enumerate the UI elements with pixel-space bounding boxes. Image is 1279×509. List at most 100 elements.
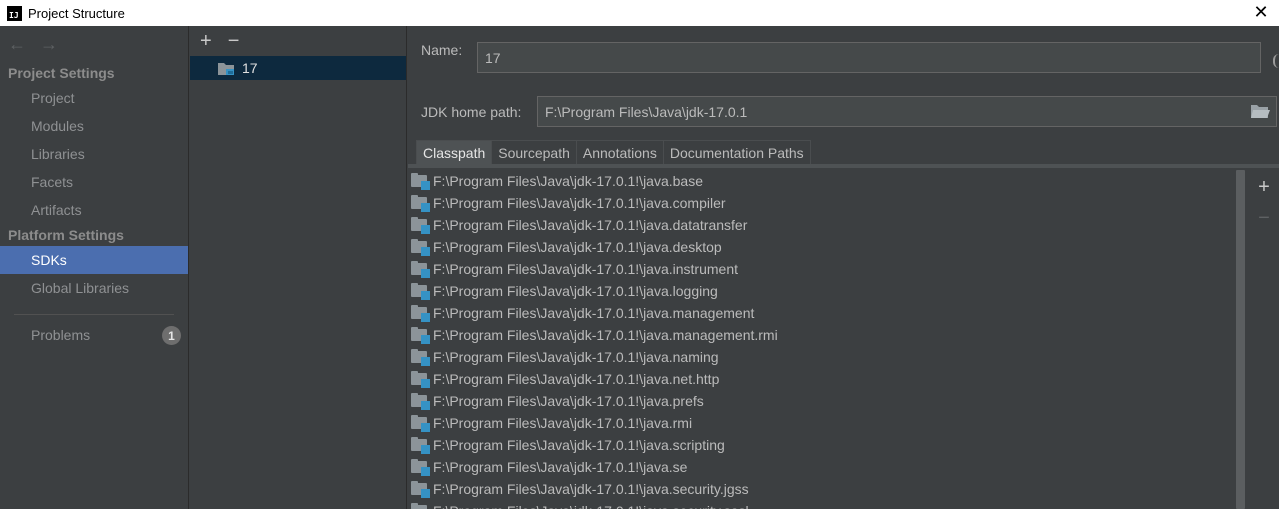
close-icon: ✕ <box>1253 1 1269 22</box>
classpath-entry: F:\Program Files\Java\jdk-17.0.1!\java.b… <box>433 173 704 189</box>
problems-count-badge: 1 <box>162 326 181 345</box>
sdk-detail-panel: Name: 17 JDK home path: F:\Program Files… <box>408 26 1279 509</box>
browse-folder-icon[interactable] <box>1250 103 1270 119</box>
classpath-row[interactable]: F:\Program Files\Java\jdk-17.0.1!\java.b… <box>408 170 1246 192</box>
classpath-row[interactable]: F:\Program Files\Java\jdk-17.0.1!\java.d… <box>408 236 1246 258</box>
classpath-row[interactable]: F:\Program Files\Java\jdk-17.0.1!\java.m… <box>408 302 1246 324</box>
classpath-entry: F:\Program Files\Java\jdk-17.0.1!\java.s… <box>433 459 688 475</box>
sdk-list-panel: + − 17 <box>190 26 407 509</box>
project-settings-heading: Project Settings <box>8 65 115 81</box>
jar-module-icon <box>410 414 430 432</box>
app-icon-text: IJ <box>9 10 19 20</box>
classpath-row[interactable]: F:\Program Files\Java\jdk-17.0.1!\java.l… <box>408 280 1246 302</box>
classpath-entry: F:\Program Files\Java\jdk-17.0.1!\java.c… <box>433 195 726 211</box>
tab-annotations[interactable]: Annotations <box>575 140 664 165</box>
classpath-row[interactable]: F:\Program Files\Java\jdk-17.0.1!\java.c… <box>408 192 1246 214</box>
classpath-entry: F:\Program Files\Java\jdk-17.0.1!\java.s… <box>433 503 749 509</box>
sdk-item-label: 17 <box>242 60 258 76</box>
classpath-entry: F:\Program Files\Java\jdk-17.0.1!\java.d… <box>433 217 748 233</box>
jar-module-icon <box>410 238 430 256</box>
classpath-row[interactable]: F:\Program Files\Java\jdk-17.0.1!\java.d… <box>408 214 1246 236</box>
classpath-entry: F:\Program Files\Java\jdk-17.0.1!\java.r… <box>433 415 693 431</box>
classpath-row[interactable]: F:\Program Files\Java\jdk-17.0.1!\java.s… <box>408 434 1246 456</box>
sidebar-item-project[interactable]: Project <box>0 84 188 112</box>
intellij-app-icon: IJ <box>7 5 22 21</box>
title-bar: IJ Project Structure ✕ <box>0 0 1279 26</box>
classpath-scrollbar[interactable] <box>1236 170 1245 509</box>
name-label: Name: <box>421 42 463 58</box>
classpath-row[interactable]: F:\Program Files\Java\jdk-17.0.1!\java.m… <box>408 324 1246 346</box>
remove-sdk-icon[interactable]: − <box>228 31 240 51</box>
name-field[interactable]: 17 <box>477 42 1261 73</box>
jdk-home-path-field[interactable]: F:\Program Files\Java\jdk-17.0.1 <box>537 96 1277 127</box>
classpath-row[interactable]: F:\Program Files\Java\jdk-17.0.1!\java.s… <box>408 478 1246 500</box>
jar-module-icon <box>410 392 430 410</box>
sdk-tabs: Classpath Sourcepath Annotations Documen… <box>416 140 811 165</box>
classpath-row[interactable]: F:\Program Files\Java\jdk-17.0.1!\java.s… <box>408 500 1246 509</box>
classpath-entry: F:\Program Files\Java\jdk-17.0.1!\java.i… <box>433 261 739 277</box>
jar-module-icon <box>410 370 430 388</box>
jar-module-icon <box>410 326 430 344</box>
jdk-home-label: JDK home path: <box>421 104 522 120</box>
classpath-entry: F:\Program Files\Java\jdk-17.0.1!\java.l… <box>433 283 718 299</box>
classpath-toolbar: + − <box>1254 176 1274 230</box>
add-sdk-icon[interactable]: + <box>200 31 212 51</box>
forward-arrow-icon[interactable]: → <box>40 34 58 55</box>
jar-module-icon <box>410 348 430 366</box>
classpath-row[interactable]: F:\Program Files\Java\jdk-17.0.1!\java.s… <box>408 456 1246 478</box>
jar-module-icon <box>410 282 430 300</box>
classpath-entry: F:\Program Files\Java\jdk-17.0.1!\java.n… <box>433 371 720 387</box>
sidebar-item-facets[interactable]: Facets <box>0 168 188 196</box>
back-arrow-icon[interactable]: ← <box>8 34 26 55</box>
remove-path-icon: − <box>1258 207 1270 229</box>
jar-module-icon <box>410 480 430 498</box>
classpath-entry: F:\Program Files\Java\jdk-17.0.1!\java.p… <box>433 393 704 409</box>
history-navigation: ← → <box>0 26 188 62</box>
classpath-row[interactable]: F:\Program Files\Java\jdk-17.0.1!\java.r… <box>408 412 1246 434</box>
add-path-icon[interactable]: + <box>1258 176 1270 199</box>
platform-settings-heading: Platform Settings <box>8 227 124 243</box>
jar-module-icon <box>410 260 430 278</box>
panel-edge-handle <box>1273 54 1279 68</box>
sidebar-item-libraries[interactable]: Libraries <box>0 140 188 168</box>
close-button[interactable]: ✕ <box>1251 2 1271 22</box>
tab-documentation-paths[interactable]: Documentation Paths <box>662 140 811 165</box>
classpath-entry: F:\Program Files\Java\jdk-17.0.1!\java.d… <box>433 239 722 255</box>
classpath-row[interactable]: F:\Program Files\Java\jdk-17.0.1!\java.n… <box>408 368 1246 390</box>
settings-sidebar: ← → Project Settings Project Modules Lib… <box>0 26 189 509</box>
jar-module-icon <box>410 304 430 322</box>
jar-module-icon <box>410 502 430 509</box>
sidebar-item-sdks[interactable]: SDKs <box>0 246 188 274</box>
sidebar-item-artifacts[interactable]: Artifacts <box>0 196 188 224</box>
classpath-entry: F:\Program Files\Java\jdk-17.0.1!\java.s… <box>433 481 749 497</box>
sidebar-item-modules[interactable]: Modules <box>0 112 188 140</box>
jdk-home-path-value: F:\Program Files\Java\jdk-17.0.1 <box>545 103 748 120</box>
window-title: Project Structure <box>28 5 125 21</box>
name-row: Name: <box>421 42 462 58</box>
sdk-list-item[interactable]: 17 <box>190 56 406 80</box>
sdk-toolbar: + − <box>190 26 406 56</box>
classpath-row[interactable]: F:\Program Files\Java\jdk-17.0.1!\java.n… <box>408 346 1246 368</box>
name-field-value: 17 <box>485 49 501 66</box>
tab-classpath[interactable]: Classpath <box>416 140 493 165</box>
classpath-list: F:\Program Files\Java\jdk-17.0.1!\java.b… <box>408 170 1246 509</box>
jdk-home-row: JDK home path: <box>421 104 521 120</box>
classpath-entry: F:\Program Files\Java\jdk-17.0.1!\java.s… <box>433 437 725 453</box>
tab-sourcepath[interactable]: Sourcepath <box>491 140 577 165</box>
classpath-entry: F:\Program Files\Java\jdk-17.0.1!\java.m… <box>433 327 778 343</box>
sidebar-divider <box>14 314 174 315</box>
sidebar-item-problems[interactable]: Problems 1 <box>0 321 188 349</box>
jdk-folder-icon <box>218 62 234 75</box>
classpath-entry: F:\Program Files\Java\jdk-17.0.1!\java.m… <box>433 305 755 321</box>
classpath-row[interactable]: F:\Program Files\Java\jdk-17.0.1!\java.p… <box>408 390 1246 412</box>
jar-module-icon <box>410 172 430 190</box>
classpath-row[interactable]: F:\Program Files\Java\jdk-17.0.1!\java.i… <box>408 258 1246 280</box>
problems-label: Problems <box>31 327 91 343</box>
jar-module-icon <box>410 458 430 476</box>
jar-module-icon <box>410 436 430 454</box>
sidebar-item-global-libraries[interactable]: Global Libraries <box>0 274 188 302</box>
jar-module-icon <box>410 216 430 234</box>
jar-module-icon <box>410 194 430 212</box>
classpath-entry: F:\Program Files\Java\jdk-17.0.1!\java.n… <box>433 349 719 365</box>
tabs-underline <box>408 164 1279 168</box>
